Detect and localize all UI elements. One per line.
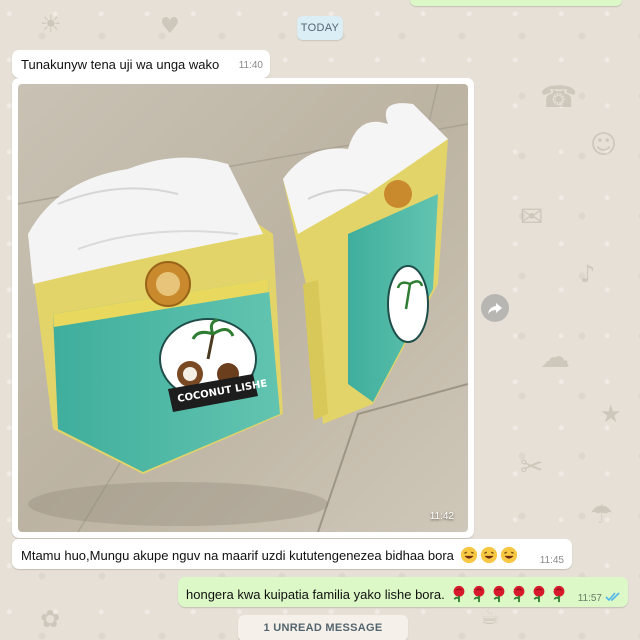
unread-messages-banner: 1 UNREAD MESSAGE	[238, 615, 408, 640]
wallpaper-doodle-icon: ☕	[480, 605, 500, 630]
message-body: hongera kwa kuipatia familia yako lishe …	[186, 587, 445, 602]
outgoing-message[interactable]: hongera kwa kuipatia familia yako lishe …	[178, 577, 628, 607]
wallpaper-doodle-icon: ♥	[160, 14, 180, 39]
message-time: 11:42	[429, 511, 454, 522]
message-time: 11:45	[539, 555, 564, 566]
wallpaper-doodle-icon: ✿	[40, 605, 61, 633]
message-text: hongera kwa kuipatia familia yako lishe …	[186, 585, 568, 603]
laughing-emoji-icon	[460, 546, 477, 564]
forward-icon	[488, 303, 502, 314]
double-check-icon	[605, 592, 620, 602]
rose-emoji-icon	[453, 585, 465, 603]
rose-emoji-icon	[493, 585, 505, 603]
rose-emoji-icon	[553, 585, 565, 603]
previous-outgoing-message[interactable]	[410, 0, 622, 6]
message-text: Mtamu huo,Mungu akupe nguv na maarif uzd…	[21, 546, 518, 564]
wallpaper-doodle-icon: ☺	[590, 130, 618, 160]
wallpaper-doodle-icon: ✉	[520, 200, 544, 233]
wallpaper-doodle-icon: ★	[600, 400, 622, 428]
wallpaper-doodle-icon: ✂	[520, 450, 544, 483]
rose-emoji-icon	[513, 585, 525, 603]
date-divider: TODAY	[297, 16, 343, 40]
wallpaper-doodle-icon: ☀	[40, 10, 62, 38]
flour-packets-photo: COCONUT LISHE	[18, 84, 468, 532]
wallpaper-doodle-icon: ☂	[590, 500, 614, 530]
message-body: Mtamu huo,Mungu akupe nguv na maarif uzd…	[21, 548, 454, 563]
incoming-message[interactable]: Tunakunyw tena uji wa unga wako 11:40	[12, 50, 270, 78]
message-photo[interactable]: COCONUT LISHE 11:42	[18, 84, 468, 532]
message-time: 11:57	[577, 593, 602, 604]
rose-emoji-icon	[533, 585, 545, 603]
incoming-image-message[interactable]: COCONUT LISHE 11:42	[12, 78, 474, 538]
forward-button[interactable]	[481, 294, 509, 322]
wallpaper-doodle-icon: ☁	[540, 340, 570, 375]
left-flour-packet: COCONUT LISHE	[28, 157, 283, 474]
message-text: Tunakunyw tena uji wa unga wako	[21, 57, 220, 72]
rose-emoji-icon	[473, 585, 485, 603]
incoming-message[interactable]: Mtamu huo,Mungu akupe nguv na maarif uzd…	[12, 539, 572, 569]
laughing-emoji-icon	[500, 546, 517, 564]
wallpaper-doodle-icon: ☎	[540, 80, 578, 115]
message-time: 11:40	[238, 60, 263, 71]
laughing-emoji-icon	[480, 546, 497, 564]
wallpaper-doodle-icon: ♪	[580, 260, 596, 288]
